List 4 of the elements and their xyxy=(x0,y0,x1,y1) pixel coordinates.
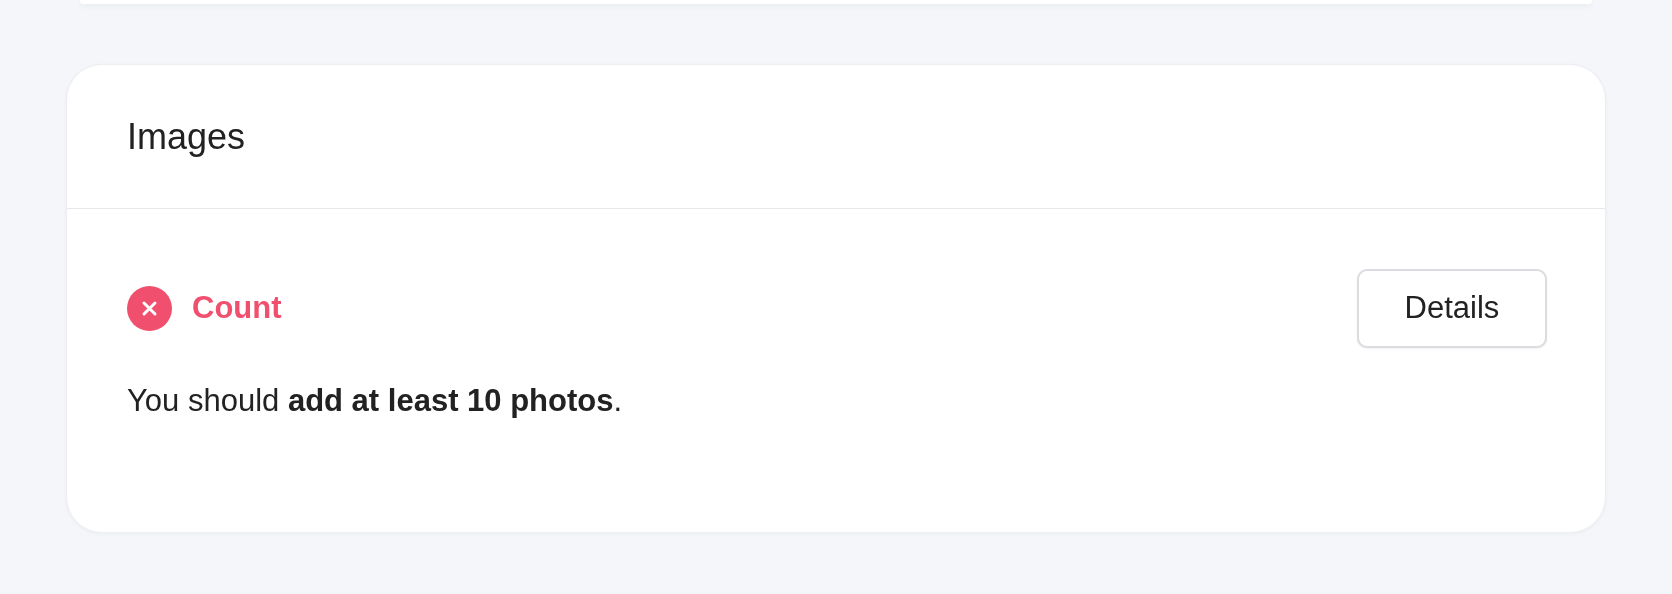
check-label: Count xyxy=(192,289,282,328)
check-message: You should add at least 10 photos. xyxy=(127,382,624,420)
card-title: Images xyxy=(127,114,246,159)
details-button[interactable]: Details xyxy=(1357,269,1547,348)
